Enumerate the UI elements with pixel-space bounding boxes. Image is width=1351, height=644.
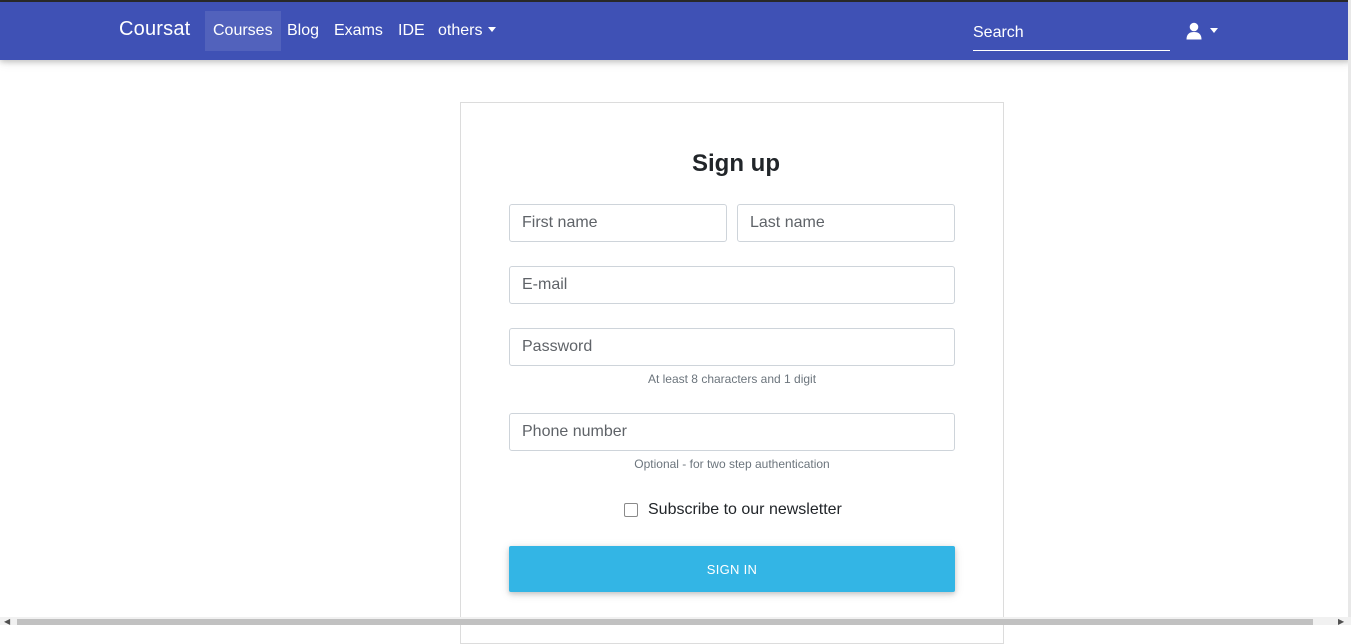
- password-field[interactable]: [509, 328, 955, 366]
- nav-item-blog[interactable]: Blog: [279, 11, 327, 51]
- newsletter-label: Subscribe to our newsletter: [648, 501, 842, 518]
- sign-in-button[interactable]: SIGN IN: [509, 546, 955, 592]
- chevron-down-icon: [1210, 28, 1218, 33]
- nav-item-exams[interactable]: Exams: [326, 11, 391, 51]
- password-hint: At least 8 characters and 1 digit: [647, 372, 817, 386]
- first-name-field[interactable]: [509, 204, 727, 242]
- newsletter-option[interactable]: Subscribe to our newsletter: [624, 500, 842, 520]
- search-input[interactable]: [973, 16, 1170, 51]
- nav-item-others-dropdown[interactable]: others: [430, 11, 504, 51]
- chevron-down-icon: [488, 27, 497, 32]
- phone-hint: Optional - for two step authentication: [634, 457, 830, 471]
- horizontal-scrollbar[interactable]: ◀ ▶: [0, 617, 1351, 626]
- user-menu-dropdown[interactable]: [1186, 20, 1226, 44]
- phone-field[interactable]: [509, 413, 955, 451]
- nav-item-courses[interactable]: Courses: [205, 11, 281, 51]
- scrollbar-thumb[interactable]: [17, 619, 1313, 625]
- user-icon: [1186, 22, 1202, 40]
- navbar: Coursat Courses Blog Exams IDE others: [0, 2, 1351, 60]
- brand-logo[interactable]: Coursat: [119, 18, 190, 41]
- nav-item-ide[interactable]: IDE: [390, 11, 433, 51]
- nav-item-others-label: others: [438, 22, 483, 39]
- newsletter-checkbox[interactable]: [624, 503, 638, 517]
- last-name-field[interactable]: [737, 204, 955, 242]
- signup-title: Sign up: [692, 150, 780, 177]
- email-field[interactable]: [509, 266, 955, 304]
